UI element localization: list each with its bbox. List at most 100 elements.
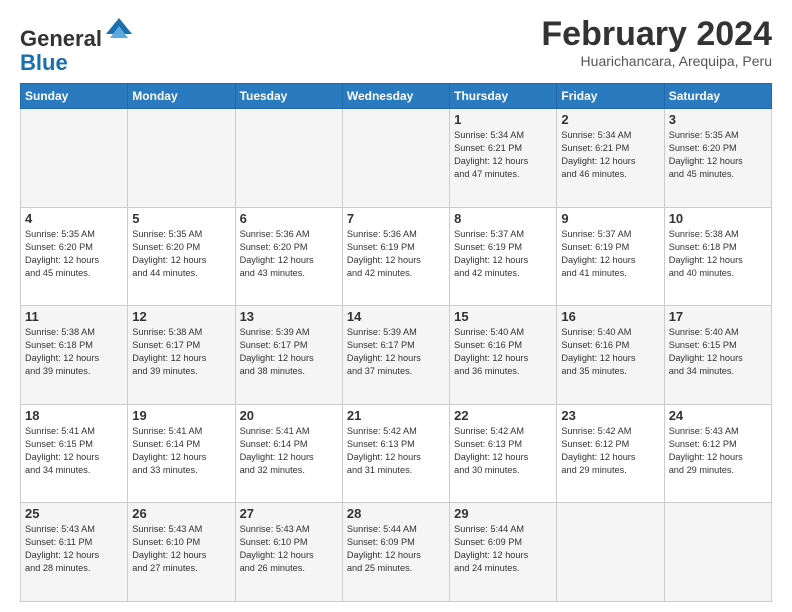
day-number: 3 — [669, 112, 767, 127]
calendar-cell: 29 Sunrise: 5:44 AM Sunset: 6:09 PM Dayli… — [450, 503, 557, 602]
day-number: 24 — [669, 408, 767, 423]
day-number: 19 — [132, 408, 230, 423]
calendar-cell: 17 Sunrise: 5:40 AM Sunset: 6:15 PM Dayli… — [664, 306, 771, 405]
day-number: 29 — [454, 506, 552, 521]
cell-info: Sunrise: 5:34 AM Sunset: 6:21 PM Dayligh… — [561, 129, 659, 181]
calendar-cell: 4 Sunrise: 5:35 AM Sunset: 6:20 PM Daylig… — [21, 207, 128, 306]
calendar-cell: 13 Sunrise: 5:39 AM Sunset: 6:17 PM Dayli… — [235, 306, 342, 405]
day-number: 12 — [132, 309, 230, 324]
cell-info: Sunrise: 5:35 AM Sunset: 6:20 PM Dayligh… — [132, 228, 230, 280]
calendar-cell — [21, 109, 128, 208]
cell-info: Sunrise: 5:43 AM Sunset: 6:10 PM Dayligh… — [240, 523, 338, 575]
day-number: 5 — [132, 211, 230, 226]
calendar-cell: 18 Sunrise: 5:41 AM Sunset: 6:15 PM Dayli… — [21, 404, 128, 503]
month-title: February 2024 — [541, 16, 772, 53]
day-header-monday: Monday — [128, 84, 235, 109]
cell-info: Sunrise: 5:35 AM Sunset: 6:20 PM Dayligh… — [25, 228, 123, 280]
calendar-cell: 2 Sunrise: 5:34 AM Sunset: 6:21 PM Daylig… — [557, 109, 664, 208]
day-number: 18 — [25, 408, 123, 423]
calendar-cell: 11Sunrise: 5:38 AM Sunset: 6:18 PM Dayli… — [21, 306, 128, 405]
cell-info: Sunrise: 5:34 AM Sunset: 6:21 PM Dayligh… — [454, 129, 552, 181]
calendar-cell: 21 Sunrise: 5:42 AM Sunset: 6:13 PM Dayli… — [342, 404, 449, 503]
day-number: 11 — [25, 309, 123, 324]
day-header-friday: Friday — [557, 84, 664, 109]
calendar-cell: 25 Sunrise: 5:43 AM Sunset: 6:11 PM Dayli… — [21, 503, 128, 602]
cell-info: Sunrise: 5:40 AM Sunset: 6:16 PM Dayligh… — [454, 326, 552, 378]
cell-info: Sunrise: 5:41 AM Sunset: 6:14 PM Dayligh… — [132, 425, 230, 477]
calendar-cell: 1 Sunrise: 5:34 AM Sunset: 6:21 PM Daylig… — [450, 109, 557, 208]
cell-info: Sunrise: 5:37 AM Sunset: 6:19 PM Dayligh… — [454, 228, 552, 280]
calendar-cell: 22 Sunrise: 5:42 AM Sunset: 6:13 PM Dayli… — [450, 404, 557, 503]
day-number: 16 — [561, 309, 659, 324]
day-number: 28 — [347, 506, 445, 521]
calendar-cell: 15 Sunrise: 5:40 AM Sunset: 6:16 PM Dayli… — [450, 306, 557, 405]
calendar-cell: 10 Sunrise: 5:38 AM Sunset: 6:18 PM Dayli… — [664, 207, 771, 306]
cell-info: Sunrise: 5:39 AM Sunset: 6:17 PM Dayligh… — [347, 326, 445, 378]
cell-info: Sunrise: 5:40 AM Sunset: 6:16 PM Dayligh… — [561, 326, 659, 378]
cell-info: Sunrise: 5:38 AM Sunset: 6:17 PM Dayligh… — [132, 326, 230, 378]
cell-info: Sunrise: 5:43 AM Sunset: 6:10 PM Dayligh… — [132, 523, 230, 575]
calendar-cell: 28 Sunrise: 5:44 AM Sunset: 6:09 PM Dayli… — [342, 503, 449, 602]
calendar-cell: 19 Sunrise: 5:41 AM Sunset: 6:14 PM Dayli… — [128, 404, 235, 503]
calendar-table: SundayMondayTuesdayWednesdayThursdayFrid… — [20, 83, 772, 602]
day-number: 20 — [240, 408, 338, 423]
calendar-cell — [664, 503, 771, 602]
calendar-cell: 20Sunrise: 5:41 AM Sunset: 6:14 PM Dayli… — [235, 404, 342, 503]
calendar-cell: 12 Sunrise: 5:38 AM Sunset: 6:17 PM Dayli… — [128, 306, 235, 405]
calendar-cell — [342, 109, 449, 208]
cell-info: Sunrise: 5:42 AM Sunset: 6:13 PM Dayligh… — [454, 425, 552, 477]
day-number: 2 — [561, 112, 659, 127]
day-number: 26 — [132, 506, 230, 521]
day-number: 1 — [454, 112, 552, 127]
day-number: 21 — [347, 408, 445, 423]
day-number: 17 — [669, 309, 767, 324]
cell-info: Sunrise: 5:39 AM Sunset: 6:17 PM Dayligh… — [240, 326, 338, 378]
day-number: 4 — [25, 211, 123, 226]
cell-info: Sunrise: 5:36 AM Sunset: 6:20 PM Dayligh… — [240, 228, 338, 280]
cell-info: Sunrise: 5:44 AM Sunset: 6:09 PM Dayligh… — [347, 523, 445, 575]
title-block: February 2024 Huarichancara, Arequipa, P… — [541, 16, 772, 69]
cell-info: Sunrise: 5:42 AM Sunset: 6:12 PM Dayligh… — [561, 425, 659, 477]
day-number: 22 — [454, 408, 552, 423]
day-header-sunday: Sunday — [21, 84, 128, 109]
cell-info: Sunrise: 5:38 AM Sunset: 6:18 PM Dayligh… — [669, 228, 767, 280]
cell-info: Sunrise: 5:44 AM Sunset: 6:09 PM Dayligh… — [454, 523, 552, 575]
calendar-cell: 8 Sunrise: 5:37 AM Sunset: 6:19 PM Daylig… — [450, 207, 557, 306]
day-number: 9 — [561, 211, 659, 226]
calendar-cell — [128, 109, 235, 208]
day-number: 25 — [25, 506, 123, 521]
cell-info: Sunrise: 5:35 AM Sunset: 6:20 PM Dayligh… — [669, 129, 767, 181]
day-number: 23 — [561, 408, 659, 423]
calendar-cell: 16 Sunrise: 5:40 AM Sunset: 6:16 PM Dayli… — [557, 306, 664, 405]
logo-general: General — [20, 26, 102, 51]
cell-info: Sunrise: 5:43 AM Sunset: 6:11 PM Dayligh… — [25, 523, 123, 575]
cell-info: Sunrise: 5:37 AM Sunset: 6:19 PM Dayligh… — [561, 228, 659, 280]
cell-info: Sunrise: 5:42 AM Sunset: 6:13 PM Dayligh… — [347, 425, 445, 477]
cell-info: Sunrise: 5:40 AM Sunset: 6:15 PM Dayligh… — [669, 326, 767, 378]
calendar-cell: 26 Sunrise: 5:43 AM Sunset: 6:10 PM Dayli… — [128, 503, 235, 602]
logo-icon — [104, 16, 134, 46]
day-number: 8 — [454, 211, 552, 226]
day-number: 15 — [454, 309, 552, 324]
logo-blue: Blue — [20, 50, 68, 75]
day-header-thursday: Thursday — [450, 84, 557, 109]
cell-info: Sunrise: 5:41 AM Sunset: 6:15 PM Dayligh… — [25, 425, 123, 477]
calendar-cell: 24Sunrise: 5:43 AM Sunset: 6:12 PM Dayli… — [664, 404, 771, 503]
day-number: 14 — [347, 309, 445, 324]
day-number: 7 — [347, 211, 445, 226]
calendar-cell: 7Sunrise: 5:36 AM Sunset: 6:19 PM Daylig… — [342, 207, 449, 306]
logo: General Blue — [20, 16, 134, 75]
calendar-cell: 9 Sunrise: 5:37 AM Sunset: 6:19 PM Daylig… — [557, 207, 664, 306]
day-header-wednesday: Wednesday — [342, 84, 449, 109]
calendar-cell: 6 Sunrise: 5:36 AM Sunset: 6:20 PM Daylig… — [235, 207, 342, 306]
calendar-cell — [235, 109, 342, 208]
day-number: 27 — [240, 506, 338, 521]
calendar-cell: 23 Sunrise: 5:42 AM Sunset: 6:12 PM Dayli… — [557, 404, 664, 503]
day-number: 10 — [669, 211, 767, 226]
calendar-cell: 5 Sunrise: 5:35 AM Sunset: 6:20 PM Daylig… — [128, 207, 235, 306]
day-number: 6 — [240, 211, 338, 226]
calendar-cell: 27 Sunrise: 5:43 AM Sunset: 6:10 PM Dayli… — [235, 503, 342, 602]
page-header: General Blue February 2024 Huarichancara… — [20, 16, 772, 75]
day-number: 13 — [240, 309, 338, 324]
calendar-cell — [557, 503, 664, 602]
